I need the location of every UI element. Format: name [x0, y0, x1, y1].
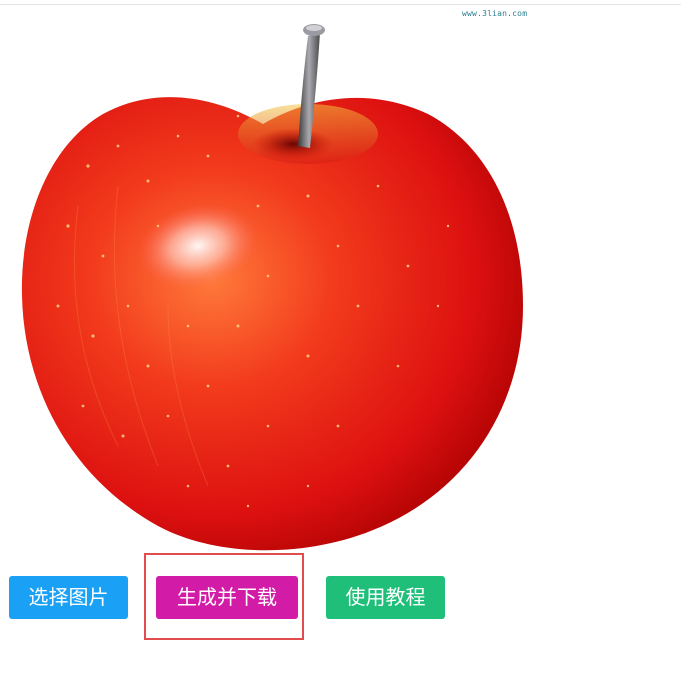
watermark-text: www.3lian.com: [462, 9, 528, 18]
apple-body: [21, 97, 523, 551]
generate-download-button[interactable]: 生成并下载: [156, 576, 298, 619]
tutorial-button[interactable]: 使用教程: [326, 576, 445, 619]
select-image-button[interactable]: 选择图片: [9, 576, 128, 619]
preview-image: [8, 6, 528, 558]
apple-image: [21, 24, 523, 551]
top-divider: [0, 4, 681, 5]
